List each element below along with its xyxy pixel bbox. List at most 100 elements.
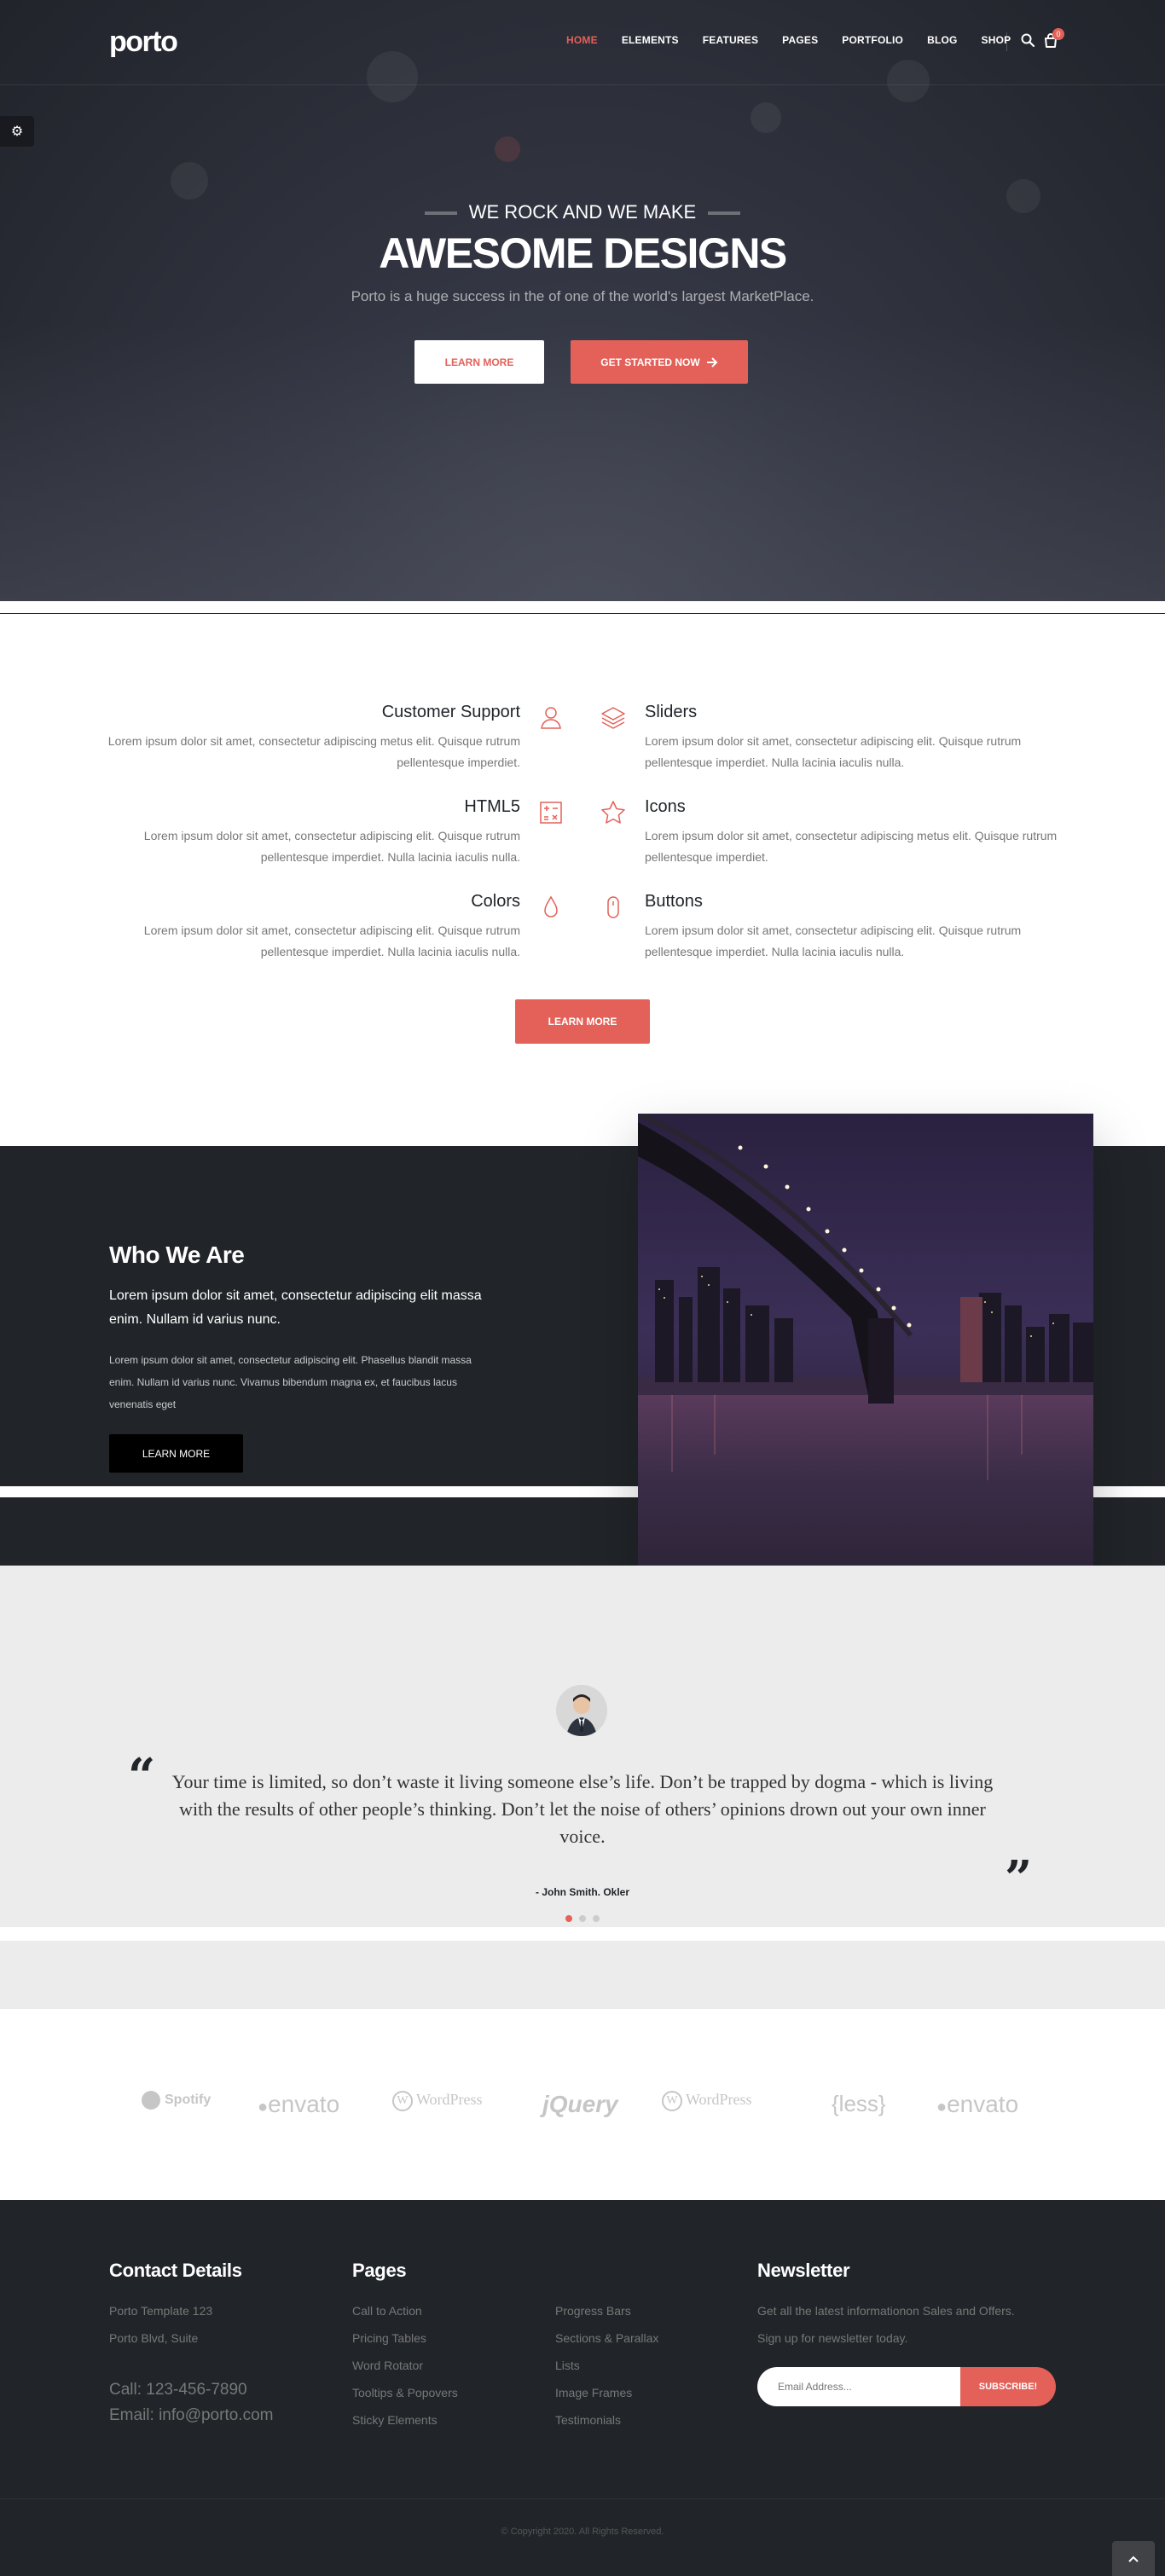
footer-pages-title: Pages: [352, 2260, 407, 2281]
feature-html5: HTML5 Lorem ipsum dolor sit amet, consec…: [94, 797, 520, 868]
footer-link-sections-parallax[interactable]: Sections & Parallax: [555, 2331, 658, 2345]
hero-title: AWESOME DESIGNS: [379, 229, 787, 277]
feature-title: Buttons: [645, 892, 703, 911]
envato-leaf-icon: ●: [936, 2098, 948, 2116]
menu-item-features[interactable]: FEATURES: [691, 34, 770, 46]
feature-icons: Icons Lorem ipsum dolor sit amet, consec…: [645, 797, 1071, 868]
who-we-are-lead: Lorem ipsum dolor sit amet, consectetur …: [109, 1288, 482, 1327]
footer-link-image-frames[interactable]: Image Frames: [555, 2386, 632, 2399]
drop-icon: [544, 895, 558, 918]
menu-item-elements[interactable]: ELEMENTS: [610, 34, 691, 46]
feature-sliders: Sliders Lorem ipsum dolor sit amet, cons…: [645, 703, 1071, 773]
main-menu: HOME ELEMENTS FEATURES PAGES PORTFOLIO B…: [554, 34, 1023, 46]
client-logo-label: jQuery: [542, 2091, 618, 2117]
arrow-right-icon: [706, 356, 718, 368]
feature-text: Lorem ipsum dolor sit amet, consectetur …: [143, 923, 520, 958]
footer-phone[interactable]: Call: 123-456-7890: [109, 2381, 247, 2399]
footer-link-lists[interactable]: Lists: [555, 2359, 580, 2372]
feature-title: Sliders: [645, 703, 698, 721]
calculator-icon: [540, 802, 562, 824]
carousel-dot-3[interactable]: [593, 1915, 600, 1922]
quote-open-mark: “: [128, 1748, 156, 1804]
client-logo-wordpress[interactable]: W WordPress: [662, 2091, 752, 2111]
carousel-dot-2[interactable]: [579, 1915, 586, 1922]
footer-link-sticky-elements[interactable]: Sticky Elements: [352, 2413, 438, 2427]
footer-link-call-to-action[interactable]: Call to Action: [352, 2304, 422, 2318]
footer-link-pricing-tables[interactable]: Pricing Tables: [352, 2331, 426, 2345]
newsletter-email-input[interactable]: [757, 2367, 960, 2406]
layers-icon: [601, 707, 625, 729]
feature-text: Lorem ipsum dolor sit amet, consectetur …: [107, 734, 520, 769]
feature-colors: Colors Lorem ipsum dolor sit amet, conse…: [94, 892, 520, 963]
hero-get-started-label: GET STARTED NOW: [600, 356, 700, 368]
client-logo-spotify[interactable]: Spotify: [142, 2091, 211, 2110]
client-logo-wordpress[interactable]: W WordPress: [392, 2091, 483, 2111]
scroll-to-top-button[interactable]: [1112, 2541, 1155, 2576]
bridge-illustration: [638, 1114, 1093, 1596]
spotify-icon: [142, 2091, 160, 2110]
client-logo-less[interactable]: {less}: [832, 2091, 886, 2117]
carousel-dot-1[interactable]: [565, 1915, 572, 1922]
footer-contact-title: Contact Details: [109, 2260, 242, 2281]
features-learn-more-button[interactable]: LEARN MORE: [515, 999, 650, 1044]
footer-link-progress-bars[interactable]: Progress Bars: [555, 2304, 631, 2318]
feature-buttons: Buttons Lorem ipsum dolor sit amet, cons…: [645, 892, 1071, 963]
hero-learn-more-label: LEARN MORE: [444, 356, 514, 368]
author-portrait: [556, 1685, 607, 1736]
envato-leaf-icon: ●: [258, 2098, 269, 2116]
site-logo[interactable]: porto: [109, 26, 178, 59]
star-icon: [601, 801, 625, 824]
client-logo-label: {less}: [832, 2091, 886, 2116]
footer-newsletter-title: Newsletter: [757, 2260, 850, 2281]
client-logo-envato[interactable]: ●envato: [258, 2091, 339, 2118]
client-logo-label: WordPress: [686, 2091, 752, 2109]
who-we-are-title: Who We Are: [109, 1242, 245, 1268]
bokeh-light: [751, 102, 781, 133]
footer-email[interactable]: Email: info@porto.com: [109, 2406, 273, 2425]
hero-subtitle: WE ROCK AND WE MAKE: [468, 201, 697, 223]
feature-title: Customer Support: [381, 703, 520, 721]
hero-description: Porto is a huge success in the of one of…: [351, 288, 814, 304]
feature-customer-support: Customer Support Lorem ipsum dolor sit a…: [94, 703, 520, 773]
testimonial-author: - John Smith. Okler: [535, 1886, 629, 1898]
section-divider: [0, 613, 1165, 614]
who-we-are-text: Lorem ipsum dolor sit amet, consectetur …: [109, 1354, 472, 1410]
search-icon[interactable]: [1020, 32, 1035, 48]
testimonial-background: [0, 1566, 1165, 1927]
footer-newsletter-text-1: Get all the latest informationon Sales a…: [757, 2304, 1015, 2318]
hero-learn-more-button[interactable]: LEARN MORE: [414, 340, 544, 384]
author-avatar: [556, 1685, 607, 1736]
client-logo-envato[interactable]: ●envato: [936, 2091, 1018, 2118]
footer-link-testimonials[interactable]: Testimonials: [555, 2413, 621, 2427]
footer-newsletter-text-2: Sign up for newsletter today.: [757, 2331, 908, 2345]
wordpress-icon: W: [662, 2091, 682, 2111]
who-we-are-learn-more-button[interactable]: LEARN MORE: [109, 1434, 243, 1473]
footer-link-tooltips-popovers[interactable]: Tooltips & Popovers: [352, 2386, 458, 2399]
feature-text: Lorem ipsum dolor sit amet, consectetur …: [645, 734, 1022, 769]
menu-item-pages[interactable]: PAGES: [770, 34, 830, 46]
footer-divider: [0, 2498, 1165, 2499]
user-icon: [541, 707, 561, 729]
bokeh-light: [171, 162, 208, 200]
feature-title: HTML5: [464, 797, 520, 816]
feature-text: Lorem ipsum dolor sit amet, consectetur …: [645, 829, 1058, 864]
menu-item-portfolio[interactable]: PORTFOLIO: [830, 34, 915, 46]
quote-close-mark: ”: [1005, 1850, 1033, 1907]
menu-item-home[interactable]: HOME: [554, 34, 610, 46]
footer-address-line-2: Porto Blvd, Suite: [109, 2331, 199, 2345]
client-logo-label: WordPress: [416, 2091, 483, 2109]
bokeh-light: [495, 136, 520, 162]
menu-item-blog[interactable]: BLOG: [915, 34, 969, 46]
bridge-city-photo: [638, 1114, 1093, 1596]
testimonial-quote: Your time is limited, so don’t waste it …: [171, 1771, 994, 1847]
menu-item-shop[interactable]: SHOP: [970, 34, 1023, 46]
hero-get-started-button[interactable]: GET STARTED NOW: [571, 340, 748, 384]
feature-title: Icons: [645, 797, 686, 816]
newsletter-subscribe-label: SUBSCRIBE!: [978, 2382, 1038, 2392]
footer-link-word-rotator[interactable]: Word Rotator: [352, 2359, 423, 2372]
style-switcher-button[interactable]: ⚙: [0, 116, 34, 147]
mouse-icon: [607, 896, 619, 918]
client-logo-label: Spotify: [165, 2093, 212, 2108]
client-logo-jquery[interactable]: jQuery: [542, 2091, 618, 2118]
newsletter-subscribe-button[interactable]: SUBSCRIBE!: [960, 2367, 1056, 2406]
